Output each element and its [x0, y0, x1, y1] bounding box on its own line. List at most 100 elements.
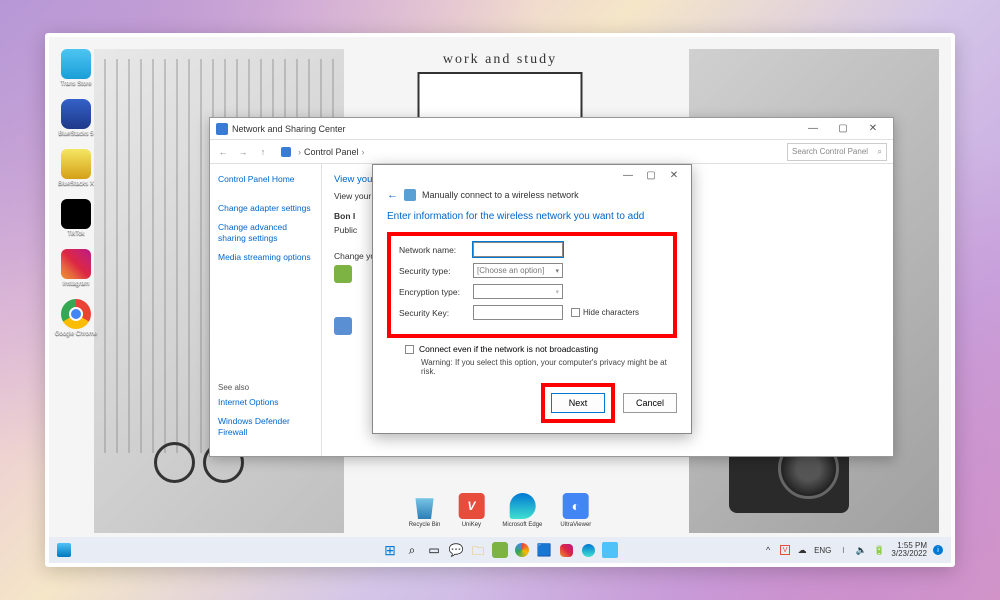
icon-label: UltraViewer: [560, 522, 591, 528]
sidebar-adapter-settings[interactable]: Change adapter settings: [218, 203, 313, 214]
desktop-icon-chrome[interactable]: Google Chrome: [57, 299, 95, 337]
notification-icon[interactable]: i: [933, 545, 943, 555]
sidebar-media-streaming[interactable]: Media streaming options: [218, 252, 313, 263]
date-text: 3/23/2022: [891, 550, 927, 558]
see-also-internet-options[interactable]: Internet Options: [218, 397, 318, 408]
forward-button[interactable]: →: [236, 145, 250, 159]
icon-label: Recycle Bin: [409, 522, 441, 528]
sidebar-home[interactable]: Control Panel Home: [218, 174, 313, 185]
tray-chevron-icon[interactable]: ^: [762, 544, 774, 556]
taskbar-app-3[interactable]: [602, 542, 618, 558]
chat-icon[interactable]: 💬: [448, 542, 464, 558]
encryption-type-label: Encryption type:: [399, 287, 465, 297]
language-indicator[interactable]: ENG: [814, 546, 831, 555]
network-name-label: Network name:: [399, 245, 465, 255]
chevron-down-icon: ▾: [555, 267, 559, 275]
breadcrumb-root[interactable]: Control Panel: [304, 147, 359, 157]
volume-icon[interactable]: 🔈: [855, 544, 867, 556]
wireless-icon: [404, 189, 416, 201]
wifi-icon[interactable]: ⧘: [837, 544, 849, 556]
broadcast-label: Connect even if the network is not broad…: [419, 344, 598, 354]
close-button[interactable]: ✕: [859, 120, 887, 138]
icon-label: Instagram: [63, 281, 90, 287]
troubleshoot-icon[interactable]: [334, 317, 352, 335]
desktop-icon-trans-store[interactable]: Trans Store: [57, 49, 95, 87]
cancel-button[interactable]: Cancel: [623, 393, 677, 413]
trans-store-icon: [61, 49, 91, 79]
desktop-icon-instagram[interactable]: Instagram: [57, 249, 95, 287]
dialog-titlebar[interactable]: — ▢ ✕: [373, 165, 691, 185]
desktop-middle-icons: Recycle Bin UniKey Microsoft Edge UltraV…: [409, 493, 592, 528]
security-type-select[interactable]: [Choose an option] ▾: [473, 263, 563, 278]
desktop-icon-bluestacks5[interactable]: BlueStacks 5: [57, 99, 95, 137]
maximize-button[interactable]: ▢: [829, 120, 857, 138]
desktop-icon-column: Trans Store BlueStacks 5 BlueStacks X Ti…: [57, 49, 95, 337]
sidebar: Control Panel Home Change adapter settin…: [210, 164, 322, 456]
taskbar-chrome-icon[interactable]: [514, 542, 530, 558]
taskbar[interactable]: ⊞ ⌕ ▭ 💬 🗀 🟦 ^ V ☁ ENG ⧘ 🔈 🔋 1:55 PM 3/23…: [49, 537, 951, 563]
tiktok-icon: [61, 199, 91, 229]
tray-unikey-icon[interactable]: V: [780, 545, 790, 555]
chrome-icon: [61, 299, 91, 329]
hide-characters-label: Hide characters: [583, 308, 639, 317]
security-type-label: Security type:: [399, 266, 465, 276]
wallpaper-title: work and study: [443, 52, 557, 68]
desktop-icon-unikey[interactable]: UniKey: [458, 493, 484, 528]
task-view-icon[interactable]: ▭: [426, 542, 442, 558]
ultraviewer-icon: [563, 493, 589, 519]
back-button[interactable]: ←: [216, 145, 230, 159]
maximize-button[interactable]: ▢: [640, 167, 662, 183]
taskbar-app-1[interactable]: [492, 542, 508, 558]
window-title: Network and Sharing Center: [232, 124, 799, 134]
desktop-icon-recycle-bin[interactable]: Recycle Bin: [409, 493, 441, 528]
dialog-footer: Next Cancel: [541, 383, 677, 423]
address-bar: ← → ↑ › Control Panel › Search Control P…: [210, 140, 893, 164]
instagram-icon: [61, 249, 91, 279]
broadcast-warning: Warning: If you select this option, your…: [421, 358, 677, 376]
icon-label: BlueStacks 5: [58, 131, 93, 137]
minimize-button[interactable]: —: [799, 120, 827, 138]
icon-label: Google Chrome: [55, 331, 97, 337]
broadcast-checkbox[interactable]: [405, 345, 414, 354]
encryption-type-select[interactable]: ▾: [473, 284, 563, 299]
icon-label: Microsoft Edge: [502, 522, 542, 528]
window-titlebar[interactable]: Network and Sharing Center — ▢ ✕: [210, 118, 893, 140]
dialog-title: Manually connect to a wireless network: [422, 190, 579, 200]
up-button[interactable]: ↑: [256, 145, 270, 159]
widgets-button[interactable]: [57, 543, 71, 557]
form-highlight-area: Network name: Security type: [Choose an …: [387, 232, 677, 338]
desktop-icon-bluestacksx[interactable]: BlueStacks X: [57, 149, 95, 187]
search-placeholder: Search Control Panel: [792, 147, 868, 156]
search-icon[interactable]: ⌕: [404, 542, 420, 558]
desktop-icon-ultraviewer[interactable]: UltraViewer: [560, 493, 591, 528]
taskbar-instagram-icon[interactable]: [558, 542, 574, 558]
next-button[interactable]: Next: [551, 393, 605, 413]
next-button-highlight: Next: [541, 383, 615, 423]
desktop-icon-edge[interactable]: Microsoft Edge: [502, 493, 542, 528]
taskbar-center: ⊞ ⌕ ▭ 💬 🗀 🟦: [382, 542, 618, 558]
clock[interactable]: 1:55 PM 3/23/2022: [891, 542, 927, 558]
taskbar-app-2[interactable]: 🟦: [536, 542, 552, 558]
breadcrumb[interactable]: › Control Panel ›: [276, 144, 781, 160]
security-key-input[interactable]: [473, 305, 563, 320]
hide-characters-checkbox[interactable]: [571, 308, 580, 317]
unikey-icon: [458, 493, 484, 519]
breadcrumb-icon: [281, 147, 291, 157]
minimize-button[interactable]: —: [617, 167, 639, 183]
explorer-icon[interactable]: 🗀: [470, 542, 486, 558]
select-placeholder: [Choose an option]: [477, 266, 544, 275]
taskbar-edge-icon[interactable]: [580, 542, 596, 558]
battery-icon[interactable]: 🔋: [873, 544, 885, 556]
search-icon: ⌕: [878, 147, 882, 157]
close-button[interactable]: ✕: [663, 167, 685, 183]
desktop-icon-tiktok[interactable]: TikTok: [57, 199, 95, 237]
setup-network-icon[interactable]: [334, 265, 352, 283]
tray-onedrive-icon[interactable]: ☁: [796, 544, 808, 556]
network-name-input[interactable]: [473, 242, 563, 257]
start-button[interactable]: ⊞: [382, 542, 398, 558]
see-also-firewall[interactable]: Windows Defender Firewall: [218, 416, 318, 438]
see-also-header: See also: [218, 383, 318, 392]
search-input[interactable]: Search Control Panel ⌕: [787, 143, 887, 161]
back-arrow-icon[interactable]: ←: [387, 189, 398, 201]
sidebar-advanced-sharing[interactable]: Change advanced sharing settings: [218, 222, 313, 244]
